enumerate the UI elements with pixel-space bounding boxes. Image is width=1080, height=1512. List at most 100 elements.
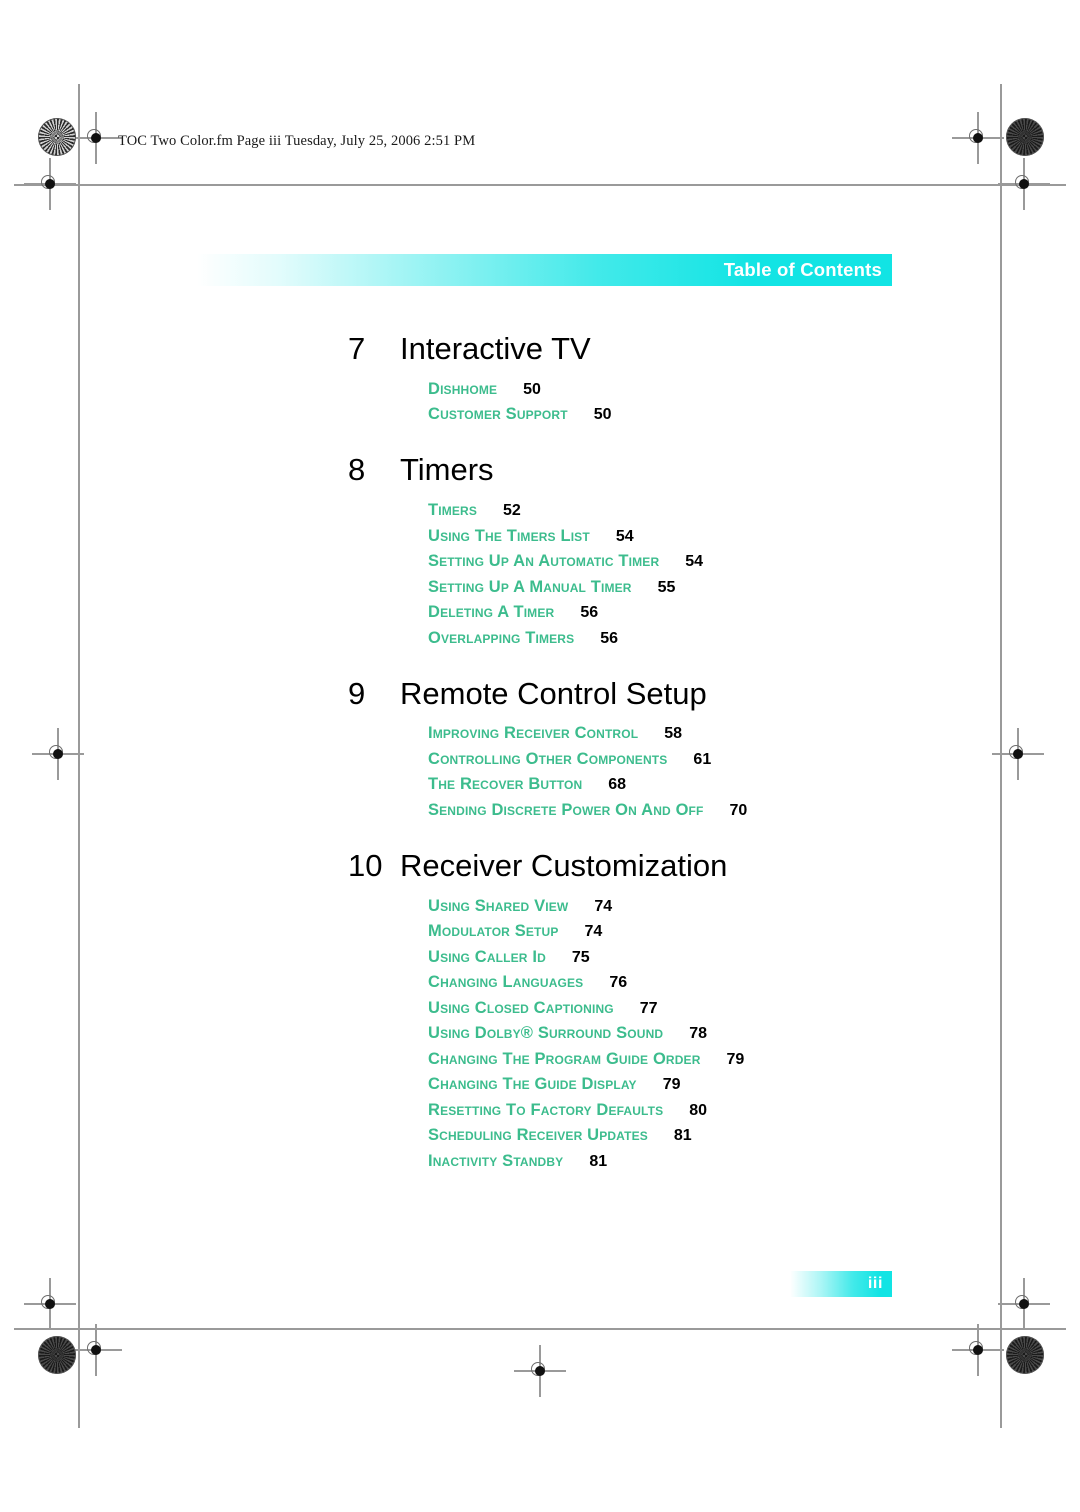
toc-entry[interactable]: Scheduling Receiver Updates 81 — [428, 1127, 1080, 1144]
page-number: iii — [867, 1275, 883, 1292]
toc-entry[interactable]: Using The Timers List 54 — [428, 526, 1080, 545]
registration-mark-bottom-right-inner — [952, 1324, 1004, 1376]
toc-chapter-number: 7 — [348, 331, 366, 366]
page-footer-bar: iii — [790, 1271, 892, 1297]
table-of-contents: 7 Interactive TV DishHOME 50 Customer Suppor… — [0, 330, 1080, 1198]
toc-entry-page-number: 50 — [593, 406, 612, 424]
toc-entry-page-number: 54 — [615, 527, 634, 545]
toc-entry-label: Using Closed Captioning — [428, 998, 614, 1017]
toc-entry-label: Using Caller ID — [428, 947, 546, 966]
toc-entry-page-number: 79 — [662, 1076, 681, 1094]
toc-entry-label: Sending Discrete Power On And Off — [428, 800, 704, 819]
toc-entry-label: Using Shared View — [428, 896, 569, 915]
toc-entry[interactable]: The Recover Button 68 — [428, 776, 1080, 793]
reg-dot — [973, 133, 983, 143]
toc-entry[interactable]: DishHOME 50 — [428, 381, 1080, 398]
registration-mark-bottom-right-outer — [998, 1278, 1050, 1330]
print-header-text: TOC Two Color.fm Page iii Tuesday, July … — [118, 133, 476, 149]
toc-entry-page-number: 74 — [594, 897, 613, 915]
toc-entry-list: DishHOME 50 Customer Support 50 — [0, 381, 1080, 424]
toc-chapter-number: 8 — [348, 452, 366, 488]
toc-entry-label: DishHOME — [428, 379, 498, 398]
toc-entry[interactable]: Modulator Setup 74 — [428, 923, 1080, 940]
toc-entry-list: Timers 52 Using The Timers List 54 Setting U… — [0, 502, 1080, 647]
toc-entry-label: Scheduling Receiver Updates — [428, 1126, 648, 1145]
registration-mark-top-right-inner — [952, 112, 1004, 164]
reg-dot — [1019, 179, 1029, 189]
toc-entry-page-number: 80 — [689, 1101, 708, 1119]
toc-entry-label: Deleting A Timer — [428, 603, 555, 622]
toc-entry-label: Setting Up A Manual Timer — [428, 577, 632, 596]
toc-chapter: 8 Timers Timers 52 Using The Timers List 54 Se… — [0, 451, 1080, 646]
toc-chapter-heading[interactable]: 8 Timers — [0, 451, 1080, 489]
toc-chapter-number: 9 — [348, 675, 366, 711]
star-target-top-right — [1006, 118, 1044, 156]
toc-entry-page-number: 52 — [503, 502, 521, 520]
registration-mark-bottom-left-outer — [24, 1278, 76, 1330]
toc-entry-label: Overlapping Timers — [428, 628, 575, 647]
reg-dot — [91, 1345, 101, 1355]
toc-chapter-title: Interactive TV — [400, 331, 591, 366]
toc-entry[interactable]: Sending Discrete Power On And Off 70 — [428, 802, 1080, 819]
toc-entry-label: Inactivity Standby — [428, 1151, 564, 1170]
toc-entry-label: Changing Languages — [428, 973, 584, 992]
toc-entry-label: Improving Receiver Control — [428, 724, 639, 743]
toc-entry-page-number: 56 — [600, 629, 619, 647]
toc-entry[interactable]: Overlapping Timers 56 — [428, 628, 1080, 647]
toc-entry-page-number: 54 — [685, 553, 704, 571]
toc-entry[interactable]: Customer Support 50 — [428, 406, 1080, 423]
star-target-top-left — [38, 118, 76, 156]
registration-mark-bottom-center — [514, 1345, 566, 1397]
toc-entry[interactable]: Changing The Guide Display 79 — [428, 1076, 1080, 1093]
toc-entry[interactable]: Controlling Other Components 61 — [428, 751, 1080, 768]
toc-chapter-heading[interactable]: 7 Interactive TV — [0, 330, 1080, 368]
registration-mark-top-right-outer — [998, 158, 1050, 210]
toc-entry-page-number: 81 — [589, 1152, 608, 1170]
toc-entry-label: Changing The Guide Display — [428, 1075, 637, 1094]
toc-entry-label: Changing The Program Guide Order — [428, 1049, 701, 1068]
toc-chapter-title: Receiver Customization — [400, 847, 728, 883]
toc-chapter-heading[interactable]: 9 Remote Control Setup — [0, 675, 1080, 713]
toc-entry-page-number: 74 — [584, 923, 603, 941]
trim-line-horizontal-top — [14, 184, 1066, 186]
toc-entry[interactable]: Inactivity Standby 81 — [428, 1153, 1080, 1170]
registration-mark-top-left-outer — [24, 158, 76, 210]
toc-entry[interactable]: Using Caller ID 75 — [428, 949, 1080, 966]
toc-entry-label: Using The Timers List — [428, 526, 590, 545]
star-target-bottom-right — [1006, 1336, 1044, 1374]
toc-entry-label: The Recover Button — [428, 775, 583, 794]
toc-entry-label: Using Dolby® Surround Sound — [428, 1024, 664, 1043]
toc-entry[interactable]: Using Dolby® Surround Sound 78 — [428, 1025, 1080, 1042]
toc-entry-page-number: 81 — [673, 1127, 692, 1145]
running-head-label: Table of Contents — [723, 259, 882, 280]
toc-entry[interactable]: Timers 52 — [428, 502, 1080, 519]
registration-mark-top-left-inner — [70, 112, 122, 164]
reg-dot — [45, 1299, 55, 1309]
toc-entry-page-number: 55 — [657, 578, 676, 596]
toc-entry-page-number: 68 — [608, 776, 627, 794]
toc-entry[interactable]: Setting Up A Manual Timer 55 — [428, 577, 1080, 596]
toc-entry[interactable]: Setting Up An Automatic Timer 54 — [428, 553, 1080, 570]
toc-entry-list: Using Shared View 74 Modulator Setup 74 Usin… — [0, 898, 1080, 1170]
toc-entry[interactable]: Changing The Program Guide Order 79 — [428, 1051, 1080, 1068]
toc-entry[interactable]: Changing Languages 76 — [428, 974, 1080, 991]
toc-entry-page-number: 61 — [693, 750, 712, 768]
toc-entry-page-number: 58 — [664, 725, 682, 743]
toc-entry-label: Customer Support — [428, 405, 568, 424]
toc-chapter-heading[interactable]: 10 Receiver Customization — [0, 847, 1080, 885]
running-head-banner: Table of Contents — [196, 254, 892, 286]
toc-entry-page-number: 75 — [571, 948, 590, 966]
toc-entry-label: Controlling Other Components — [428, 749, 668, 768]
toc-entry-label: Modulator Setup — [428, 922, 559, 941]
toc-entry-list: Improving Receiver Control 58 Controlling … — [0, 725, 1080, 819]
reg-dot — [973, 1345, 983, 1355]
toc-entry-page-number: 78 — [689, 1025, 707, 1043]
toc-chapter: 10 Receiver Customization Using Shared Vie… — [0, 847, 1080, 1170]
toc-entry[interactable]: Using Closed Captioning 77 — [428, 1000, 1080, 1017]
toc-entry-page-number: 70 — [729, 801, 748, 819]
toc-entry[interactable]: Deleting A Timer 56 — [428, 604, 1080, 621]
toc-entry[interactable]: Using Shared View 74 — [428, 898, 1080, 915]
toc-entry[interactable]: Improving Receiver Control 58 — [428, 725, 1080, 742]
toc-entry[interactable]: Resetting To Factory Defaults 80 — [428, 1102, 1080, 1119]
toc-chapter-number: 10 — [348, 847, 383, 883]
